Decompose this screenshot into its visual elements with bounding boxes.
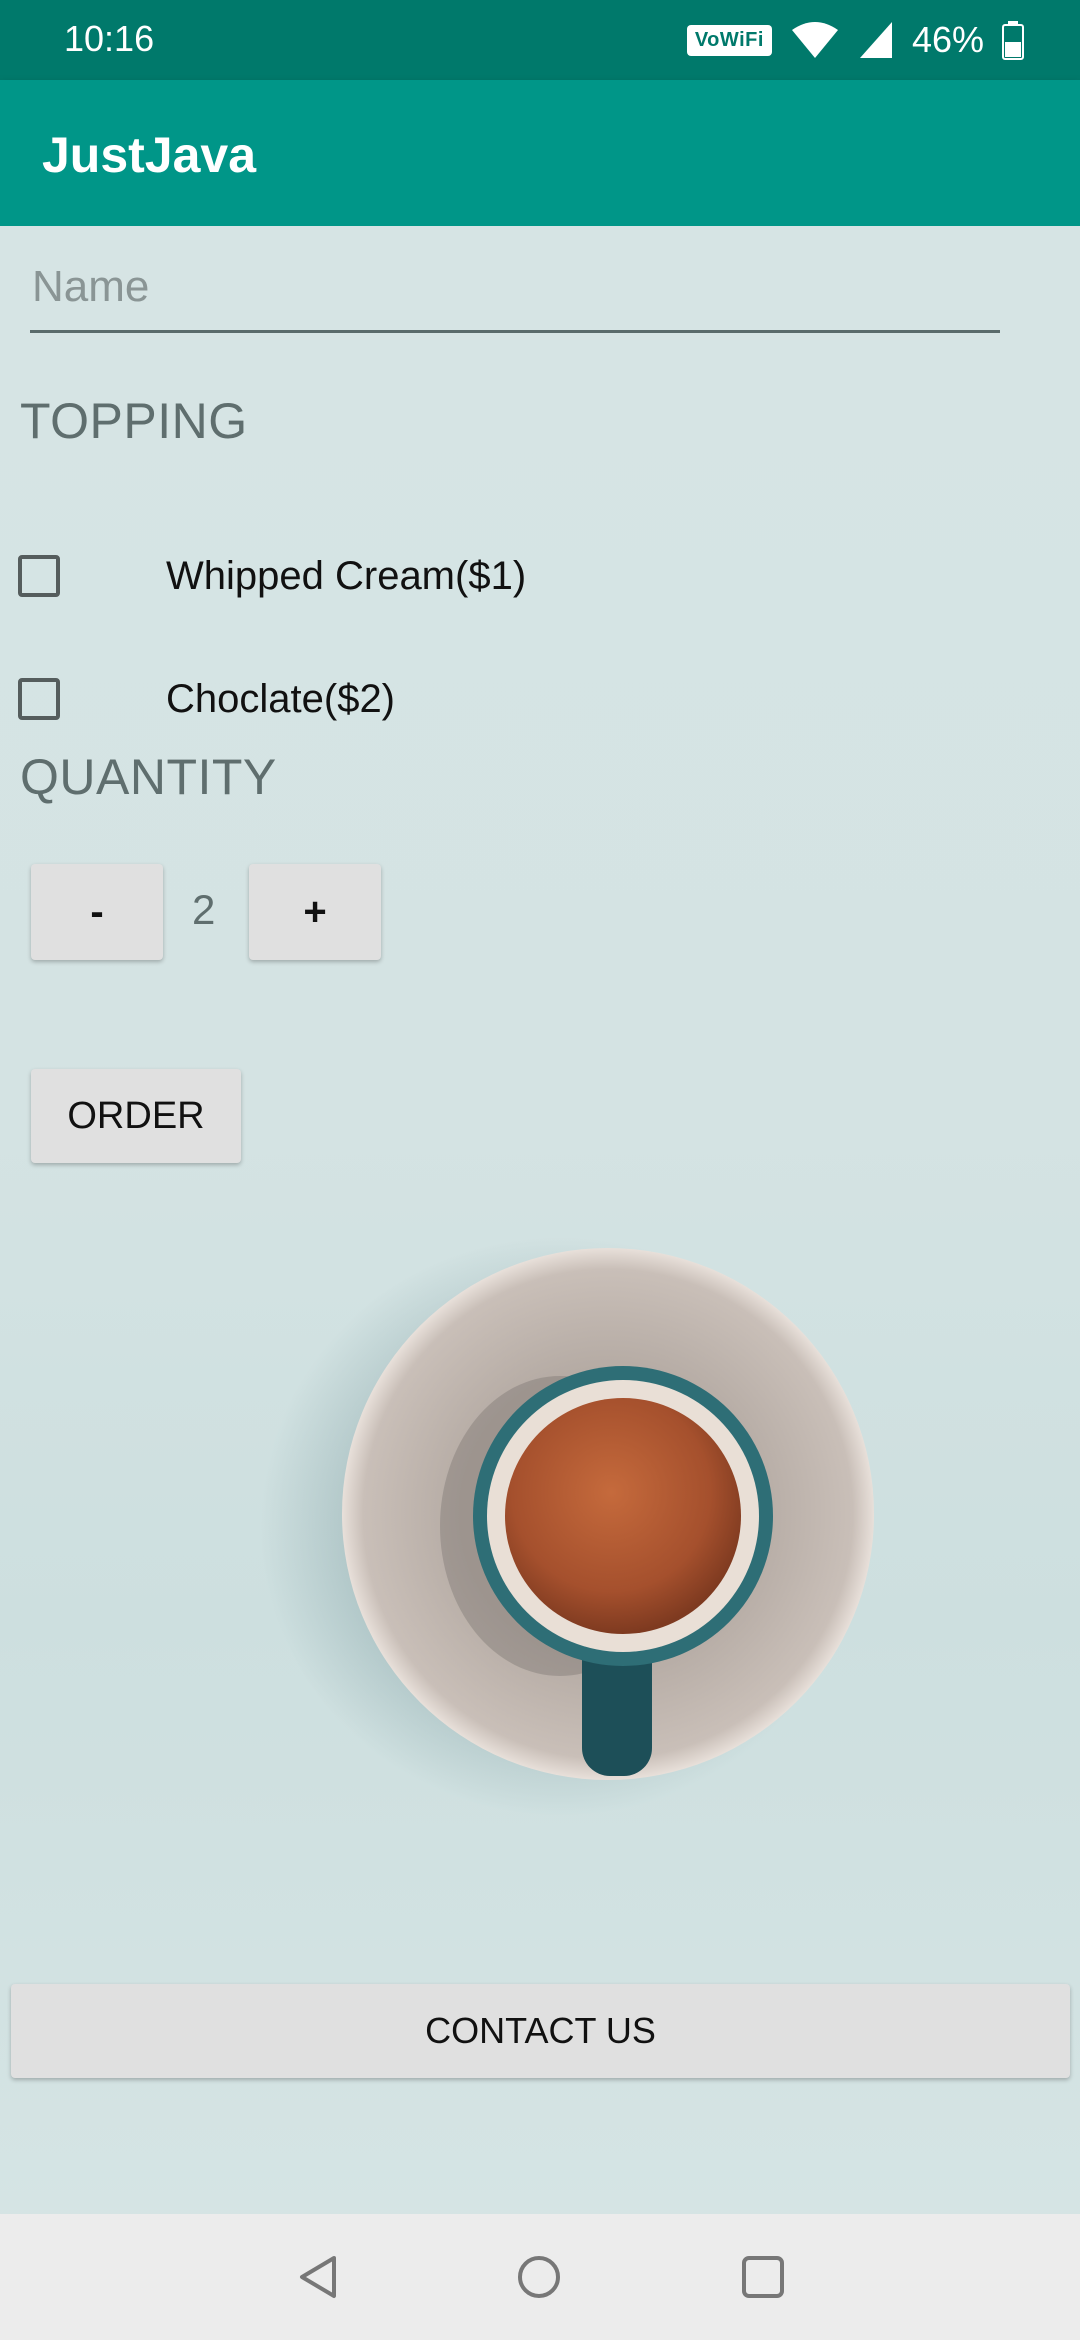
increment-button[interactable]: + [249, 864, 381, 960]
chocolate-label: Choclate($2) [166, 676, 396, 721]
navigation-bar [0, 2214, 1080, 2340]
status-icons: VoWiFi 46% [686, 14, 1024, 66]
app-bar: JustJava [0, 80, 1080, 226]
chocolate-checkbox[interactable] [18, 678, 60, 720]
coffee-cup-image [260, 1236, 874, 1816]
whipped-cream-option[interactable]: Whipped Cream($1) [18, 536, 526, 616]
chocolate-option[interactable]: Choclate($2) [18, 659, 395, 739]
battery-icon [1002, 21, 1024, 60]
recents-icon[interactable] [740, 2254, 786, 2300]
home-icon[interactable] [516, 2254, 562, 2300]
topping-heading: TOPPING [20, 393, 248, 449]
wifi-icon [791, 22, 838, 58]
signal-icon [859, 22, 892, 58]
decrement-button[interactable]: - [31, 864, 163, 960]
order-button[interactable]: ORDER [31, 1069, 241, 1163]
main-content: TOPPING Whipped Cream($1) Choclate($2) Q… [0, 226, 1080, 2214]
name-input[interactable] [30, 252, 1000, 333]
status-time: 10:16 [64, 18, 155, 59]
vowifi-badge: VoWiFi [686, 24, 772, 56]
quantity-heading: QUANTITY [20, 749, 277, 805]
status-bar: 10:16 VoWiFi 46% [0, 0, 1080, 80]
whipped-cream-label: Whipped Cream($1) [166, 553, 527, 598]
back-icon[interactable] [296, 2254, 342, 2300]
battery-percentage: 46% [911, 19, 984, 60]
quantity-value: 2 [192, 886, 216, 933]
contact-us-button[interactable]: CONTACT US [11, 1984, 1070, 2078]
whipped-cream-checkbox[interactable] [18, 555, 60, 597]
app-title: JustJava [42, 127, 257, 183]
